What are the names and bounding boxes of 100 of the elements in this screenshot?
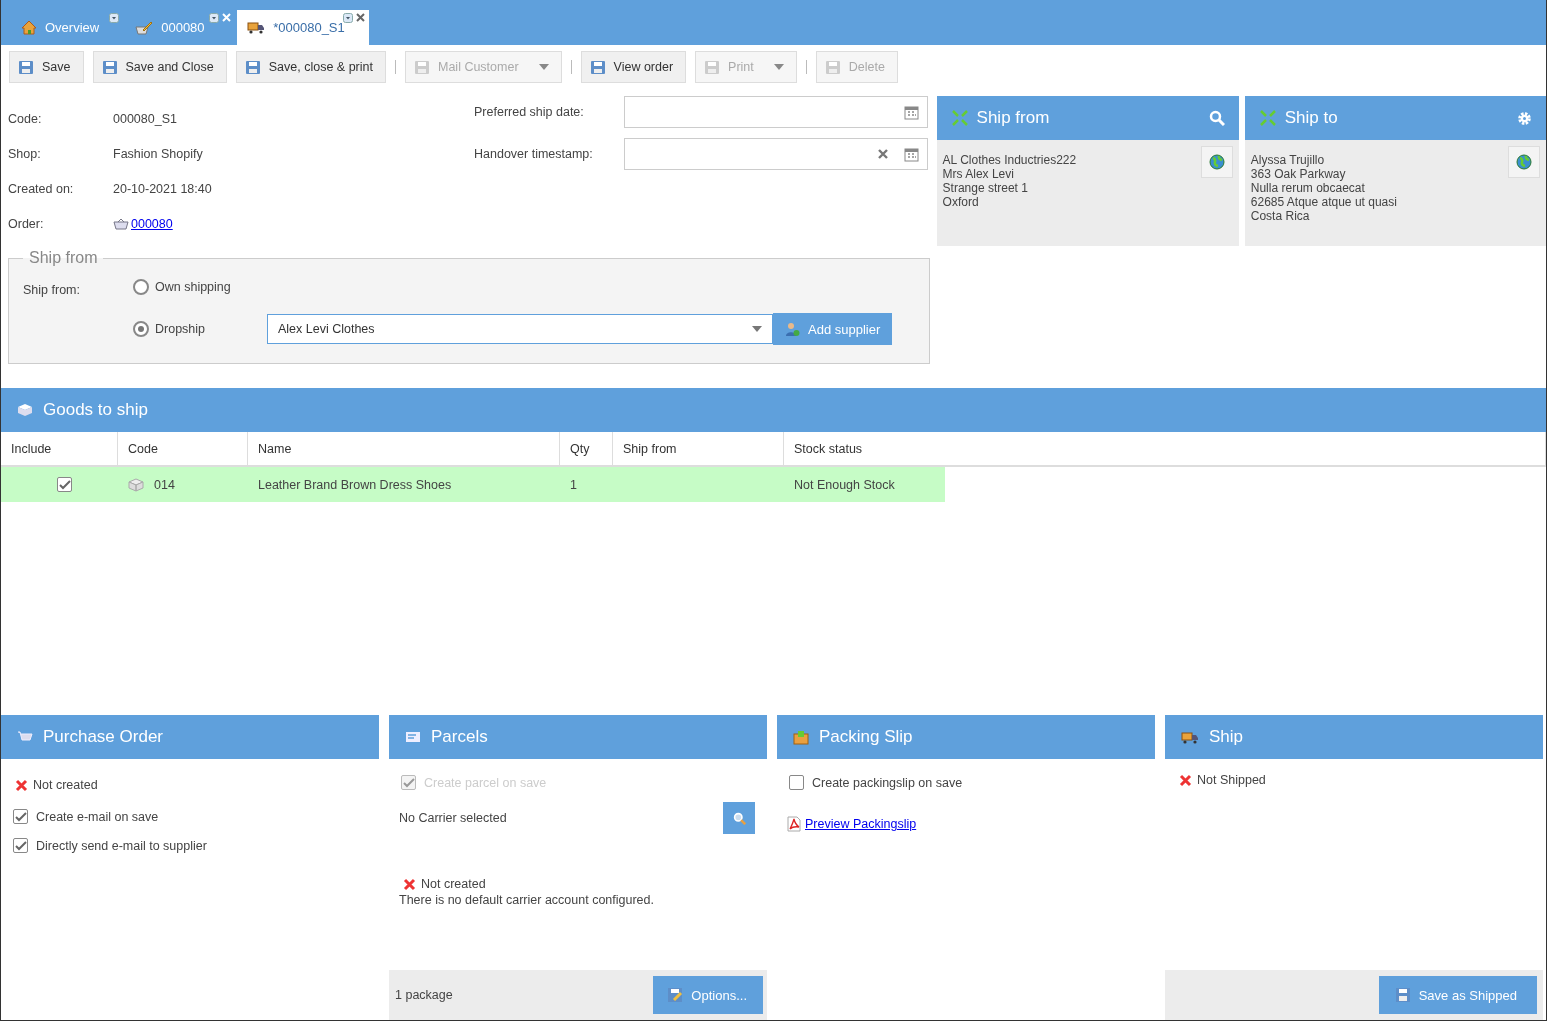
- floppy-icon: [589, 59, 606, 75]
- clear-icon[interactable]: [878, 149, 888, 159]
- field-value: 000080_S1: [113, 111, 177, 126]
- date-field[interactable]: [624, 96, 928, 128]
- status-text: Not Shipped: [1197, 773, 1266, 787]
- address-line: AL Clothes Inductries222: [942, 153, 1077, 167]
- group-title: Ship from: [28, 249, 99, 267]
- checkbox[interactable]: [13, 838, 28, 853]
- panel-title: Packing Slip: [819, 727, 913, 747]
- floppy-icon: [244, 59, 261, 75]
- supplier-select[interactable]: Alex Levi Clothes: [267, 314, 773, 344]
- caret-icon: [773, 64, 784, 70]
- pdf-icon: [787, 816, 801, 832]
- package-icon: [793, 729, 809, 745]
- field-label: Handover timestamp:: [474, 147, 594, 161]
- floppy-icon: [1394, 987, 1411, 1003]
- column-header[interactable]: Code: [118, 432, 248, 465]
- dropdown-icon[interactable]: [342, 13, 353, 23]
- arrows-icon: [950, 109, 969, 127]
- field-label: Preferred ship date:: [474, 105, 585, 119]
- close-icon[interactable]: [355, 13, 365, 22]
- toolbar-button[interactable]: View order: [580, 51, 687, 83]
- basket-pencil-icon: [135, 20, 154, 35]
- tab[interactable]: *000080_S1: [237, 10, 369, 45]
- column-header[interactable]: Include: [1, 432, 118, 465]
- dropdown-icon[interactable]: [109, 13, 120, 23]
- map-button[interactable]: [1508, 146, 1540, 178]
- card-title: Ship from: [976, 108, 1051, 128]
- box-icon: [128, 477, 144, 492]
- truck-icon: [1181, 730, 1199, 744]
- dropdown-icon[interactable]: [209, 13, 220, 23]
- panel-title: Ship: [1209, 727, 1244, 747]
- table-row[interactable]: 014 Leather Brand Brown Dress Shoes 1 Not Enough Stock: [1, 467, 945, 502]
- address-line: 363 Oak Parkway: [1250, 167, 1347, 181]
- floppy-icon: [101, 59, 118, 75]
- checkbox[interactable]: [13, 809, 28, 824]
- table-cell-text: Not Enough Stock: [793, 476, 896, 494]
- package-count: 1 package: [395, 988, 453, 1002]
- column-header[interactable]: Stock status: [784, 432, 1546, 465]
- address-line: Alyssa Trujillo: [1250, 153, 1326, 167]
- calendar-icon[interactable]: [904, 146, 919, 162]
- checkbox[interactable]: [789, 775, 804, 790]
- toolbar-button[interactable]: Save: [9, 51, 84, 83]
- status-text: Not created: [33, 778, 98, 792]
- address-line: Oxford: [942, 195, 980, 209]
- address-line: Costa Rica: [1250, 209, 1311, 223]
- card-icon: [405, 731, 421, 743]
- floppy-icon: [414, 59, 430, 75]
- floppy-icon: [18, 59, 34, 75]
- panel-title: Parcels: [431, 727, 488, 747]
- column-header[interactable]: Name: [248, 432, 560, 465]
- info-text: There is no default carrier account configured.: [399, 893, 655, 907]
- toolbar-button[interactable]: Save, close & print: [235, 51, 386, 83]
- map-button[interactable]: [1200, 146, 1233, 178]
- checkbox[interactable]: [57, 477, 72, 492]
- radio-label: Own shipping: [155, 280, 232, 294]
- settings-icon[interactable]: [1517, 110, 1532, 126]
- table-cell: 014: [154, 477, 175, 492]
- order-link[interactable]: 000080: [131, 216, 173, 231]
- column-header[interactable]: Qty: [560, 432, 613, 465]
- globe-icon: [1208, 154, 1225, 170]
- house-icon: [21, 20, 37, 35]
- date-field[interactable]: [624, 138, 928, 170]
- checkbox-label: Create packingslip on save: [812, 775, 963, 790]
- section-title: Goods to ship: [43, 400, 148, 420]
- toolbar-button[interactable]: Save and Close: [92, 51, 227, 83]
- arrows-icon: [1258, 109, 1277, 127]
- field-value: 20-10-2021 18:40: [113, 181, 212, 196]
- address-line: 62685 Atque atque ut quasi: [1250, 195, 1397, 209]
- address-line: Nulla rerum obcaecat: [1250, 181, 1366, 195]
- cross-icon: [15, 778, 28, 792]
- field-label: Code:: [8, 111, 43, 126]
- search-button[interactable]: [723, 802, 755, 834]
- panel-title: Purchase Order: [43, 727, 163, 747]
- column-header[interactable]: Ship from: [613, 432, 784, 465]
- field-label: Shop:: [8, 146, 42, 161]
- basket-icon: [113, 217, 129, 230]
- preview-link[interactable]: Preview Packingslip: [805, 817, 917, 831]
- caret-icon: [752, 326, 762, 332]
- caret-icon: [538, 64, 549, 70]
- checkbox-label: Directly send e-mail to supplier: [36, 838, 207, 853]
- floppy-icon: [704, 59, 721, 75]
- cross-icon: [403, 877, 416, 891]
- box-icon: [17, 403, 33, 417]
- checkbox-label: Create e-mail on save: [36, 809, 159, 824]
- truck-icon: [247, 21, 266, 34]
- radio-button[interactable]: [133, 321, 149, 337]
- field-value: Fashion Shopify: [113, 146, 203, 161]
- field-label: Ship from:: [23, 282, 81, 299]
- floppy-pencil-icon: [667, 987, 684, 1003]
- calendar-icon[interactable]: [904, 104, 919, 120]
- cross-icon: [1179, 773, 1192, 787]
- carrier-text: No Carrier selected: [399, 811, 507, 825]
- radio-button[interactable]: [133, 279, 149, 295]
- floppy-icon: [824, 59, 841, 75]
- search-icon[interactable]: [1208, 110, 1225, 126]
- field-label: Order:: [8, 216, 45, 231]
- address-line: Mrs Alex Levi: [942, 167, 1015, 181]
- table-cell-text: Leather Brand Brown Dress Shoes: [257, 476, 453, 494]
- card-title: Ship to: [1284, 108, 1339, 128]
